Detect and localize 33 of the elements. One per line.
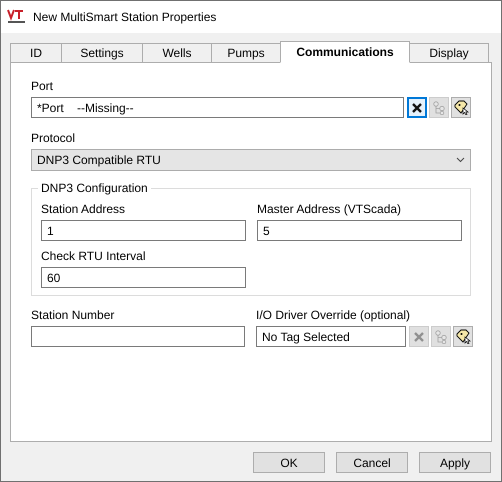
field-label: Station Address — [41, 202, 126, 217]
protocol-label: Protocol — [31, 131, 76, 146]
tab[interactable]: ID — [10, 43, 62, 63]
text-field[interactable]: 60 — [41, 267, 246, 288]
dialog-button[interactable]: Apply — [419, 452, 491, 473]
text-field[interactable] — [31, 326, 245, 347]
text-field[interactable]: *Port --Missing-- — [31, 97, 404, 118]
io-driver-label: I/O Driver Override (optional) — [256, 308, 412, 323]
select-tag-button[interactable] — [451, 97, 471, 118]
dialog-button[interactable]: Cancel — [336, 452, 408, 473]
select-tag-button[interactable] — [453, 326, 473, 347]
tab[interactable]: Display — [409, 43, 489, 63]
text-field[interactable]: No Tag Selected — [256, 326, 406, 347]
tree-icon — [432, 100, 446, 114]
dialog-button[interactable]: OK — [253, 452, 325, 473]
app-logo-icon — [7, 9, 27, 25]
chevron-down-icon — [456, 157, 465, 163]
field-label: Check RTU Interval — [41, 249, 146, 264]
window-title: New MultiSmart Station Properties — [33, 9, 216, 26]
protocol-dropdown[interactable]: DNP3 Compatible RTU — [31, 149, 471, 171]
station-number-label: Station Number — [31, 308, 116, 323]
clear-button[interactable] — [407, 97, 427, 118]
group-title: DNP3 Configuration — [38, 181, 151, 196]
tree-icon — [434, 330, 448, 344]
tag-icon — [454, 100, 468, 115]
close-icon — [414, 332, 424, 342]
tag-icon — [456, 329, 470, 344]
close-icon — [412, 102, 422, 112]
tab[interactable]: Communications — [280, 41, 410, 63]
text-field[interactable]: 1 — [41, 220, 246, 241]
text-field[interactable]: 5 — [257, 220, 462, 241]
field-label: Master Address (VTScada) — [257, 202, 402, 217]
port-label: Port — [31, 79, 54, 94]
